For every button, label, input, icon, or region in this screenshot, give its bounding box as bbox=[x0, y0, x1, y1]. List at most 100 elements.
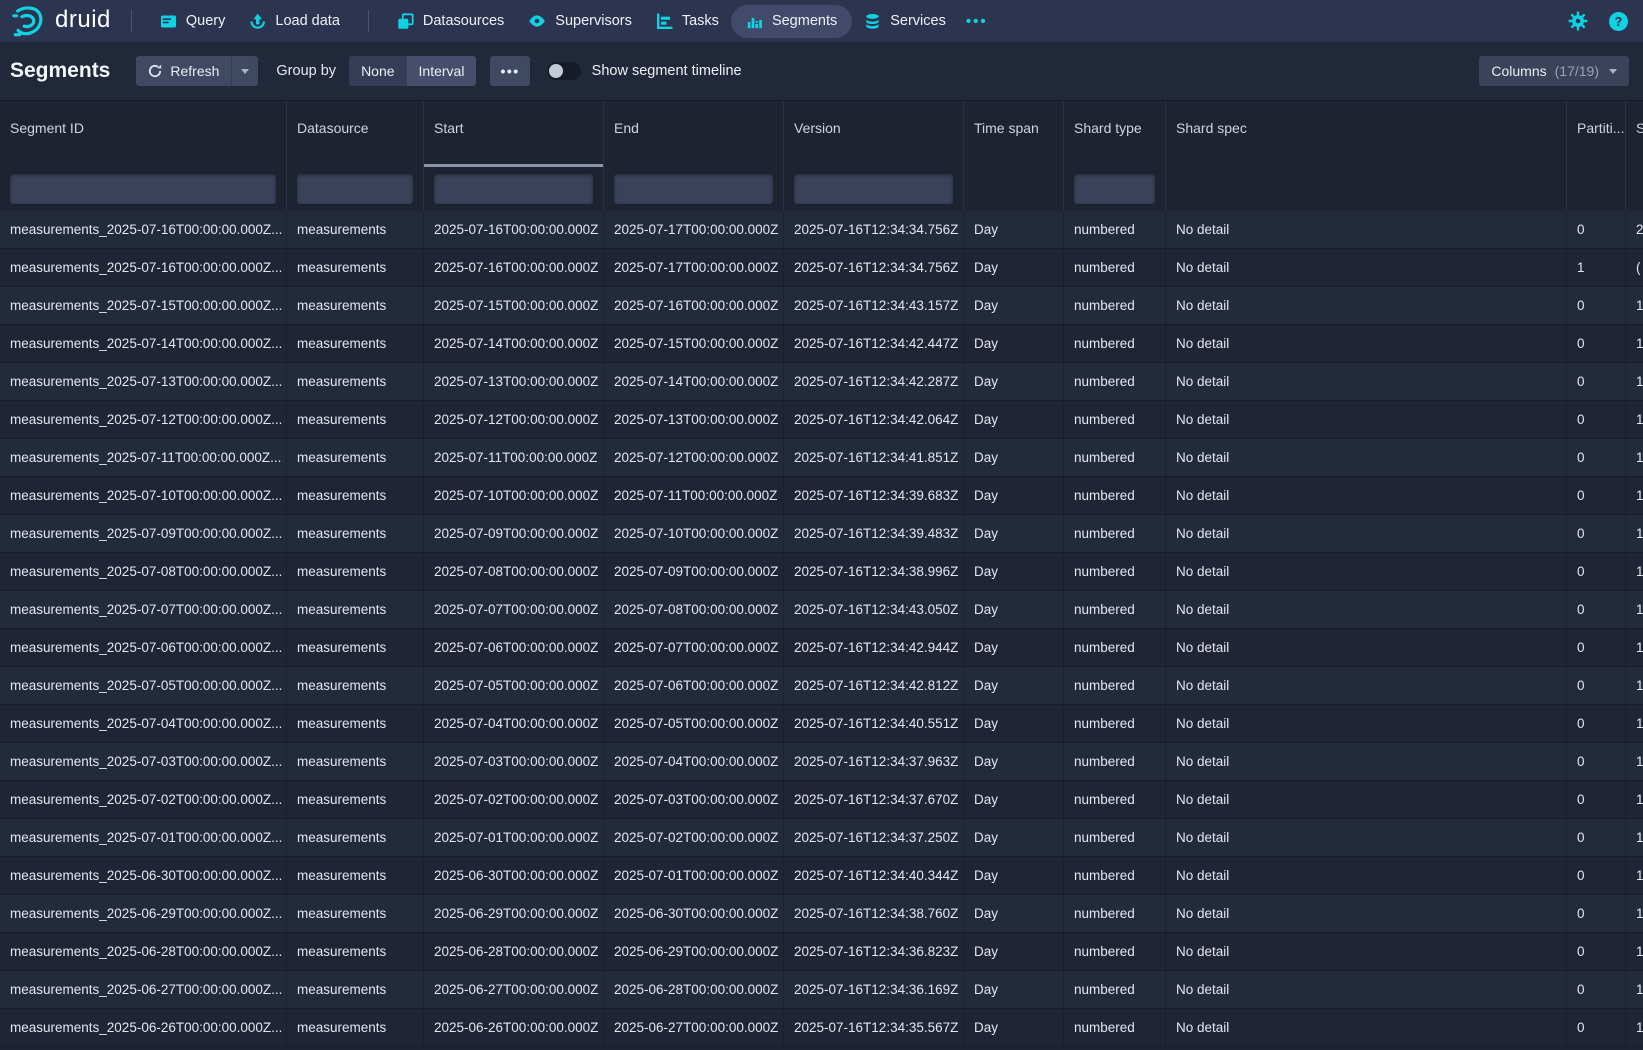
cell-shard_spec[interactable]: No detail bbox=[1166, 933, 1567, 971]
columns-picker-button[interactable]: Columns (17/19) bbox=[1479, 56, 1629, 86]
cell-partitions[interactable]: 0 bbox=[1567, 401, 1626, 439]
cell-shard_spec[interactable]: No detail bbox=[1166, 287, 1567, 325]
cell-partitions[interactable]: 0 bbox=[1567, 629, 1626, 667]
cell-shard_type[interactable]: numbered bbox=[1064, 629, 1166, 667]
cell-segment_id[interactable]: measurements_2025-07-16T00:00:00.000Z... bbox=[0, 249, 287, 287]
cell-segment_id[interactable]: measurements_2025-07-08T00:00:00.000Z... bbox=[0, 553, 287, 591]
cell-size[interactable]: 1 bbox=[1626, 363, 1643, 401]
cell-shard_spec[interactable]: No detail bbox=[1166, 857, 1567, 895]
cell-size[interactable]: 1 bbox=[1626, 553, 1643, 591]
cell-end[interactable]: 2025-07-06T00:00:00.000Z bbox=[604, 667, 784, 705]
cell-version[interactable]: 2025-07-16T12:34:40.551Z bbox=[784, 705, 964, 743]
cell-version[interactable]: 2025-07-16T12:34:40.344Z bbox=[784, 857, 964, 895]
cell-time_span[interactable]: Day bbox=[964, 591, 1064, 629]
nav-item-tasks[interactable]: Tasks bbox=[644, 0, 731, 42]
filter-input-end[interactable] bbox=[614, 174, 773, 204]
cell-shard_spec[interactable]: No detail bbox=[1166, 515, 1567, 553]
nav-item-services[interactable]: Services bbox=[852, 0, 958, 42]
cell-size[interactable]: 1 bbox=[1626, 439, 1643, 477]
cell-segment_id[interactable]: measurements_2025-07-09T00:00:00.000Z... bbox=[0, 515, 287, 553]
cell-partitions[interactable]: 0 bbox=[1567, 857, 1626, 895]
cell-datasource[interactable]: measurements bbox=[287, 515, 424, 553]
cell-shard_type[interactable]: numbered bbox=[1064, 705, 1166, 743]
cell-size[interactable]: 1 bbox=[1626, 591, 1643, 629]
cell-version[interactable]: 2025-07-16T12:34:34.756Z bbox=[784, 249, 964, 287]
cell-end[interactable]: 2025-06-29T00:00:00.000Z bbox=[604, 933, 784, 971]
cell-datasource[interactable]: measurements bbox=[287, 895, 424, 933]
cell-datasource[interactable]: measurements bbox=[287, 1009, 424, 1047]
cell-time_span[interactable]: Day bbox=[964, 743, 1064, 781]
column-header-size[interactable]: S bbox=[1626, 101, 1643, 167]
filter-input-segment_id[interactable] bbox=[10, 174, 276, 204]
cell-partitions[interactable]: 0 bbox=[1567, 211, 1626, 249]
cell-shard_spec[interactable]: No detail bbox=[1166, 363, 1567, 401]
cell-end[interactable]: 2025-07-01T00:00:00.000Z bbox=[604, 857, 784, 895]
cell-version[interactable]: 2025-07-16T12:34:37.250Z bbox=[784, 819, 964, 857]
cell-version[interactable]: 2025-07-16T12:34:41.851Z bbox=[784, 439, 964, 477]
cell-datasource[interactable]: measurements bbox=[287, 819, 424, 857]
column-header-time_span[interactable]: Time span bbox=[964, 101, 1064, 167]
cell-datasource[interactable]: measurements bbox=[287, 667, 424, 705]
cell-start[interactable]: 2025-06-28T00:00:00.000Z bbox=[424, 933, 604, 971]
column-header-end[interactable]: End bbox=[604, 101, 784, 167]
cell-time_span[interactable]: Day bbox=[964, 933, 1064, 971]
cell-end[interactable]: 2025-06-28T00:00:00.000Z bbox=[604, 971, 784, 1009]
cell-version[interactable]: 2025-07-16T12:34:39.683Z bbox=[784, 477, 964, 515]
cell-shard_spec[interactable]: No detail bbox=[1166, 439, 1567, 477]
cell-datasource[interactable]: measurements bbox=[287, 249, 424, 287]
cell-version[interactable]: 2025-07-16T12:34:36.169Z bbox=[784, 971, 964, 1009]
cell-version[interactable]: 2025-07-16T12:34:35.567Z bbox=[784, 1009, 964, 1047]
cell-end[interactable]: 2025-06-27T00:00:00.000Z bbox=[604, 1009, 784, 1047]
cell-version[interactable]: 2025-07-16T12:34:38.760Z bbox=[784, 895, 964, 933]
cell-datasource[interactable]: measurements bbox=[287, 287, 424, 325]
nav-item-supervisors[interactable]: Supervisors bbox=[516, 0, 644, 42]
cell-start[interactable]: 2025-06-29T00:00:00.000Z bbox=[424, 895, 604, 933]
cell-size[interactable]: 1 bbox=[1626, 401, 1643, 439]
cell-size[interactable]: 1 bbox=[1626, 971, 1643, 1009]
cell-shard_type[interactable]: numbered bbox=[1064, 743, 1166, 781]
cell-time_span[interactable]: Day bbox=[964, 553, 1064, 591]
cell-time_span[interactable]: Day bbox=[964, 363, 1064, 401]
cell-end[interactable]: 2025-07-17T00:00:00.000Z bbox=[604, 249, 784, 287]
cell-end[interactable]: 2025-07-04T00:00:00.000Z bbox=[604, 743, 784, 781]
cell-start[interactable]: 2025-07-09T00:00:00.000Z bbox=[424, 515, 604, 553]
cell-shard_spec[interactable]: No detail bbox=[1166, 1009, 1567, 1047]
cell-time_span[interactable]: Day bbox=[964, 705, 1064, 743]
nav-item-datasources[interactable]: Datasources bbox=[385, 0, 516, 42]
cell-segment_id[interactable]: measurements_2025-07-11T00:00:00.000Z... bbox=[0, 439, 287, 477]
cell-time_span[interactable]: Day bbox=[964, 667, 1064, 705]
cell-shard_type[interactable]: numbered bbox=[1064, 819, 1166, 857]
cell-shard_type[interactable]: numbered bbox=[1064, 211, 1166, 249]
cell-end[interactable]: 2025-07-10T00:00:00.000Z bbox=[604, 515, 784, 553]
cell-shard_spec[interactable]: No detail bbox=[1166, 781, 1567, 819]
cell-version[interactable]: 2025-07-16T12:34:43.157Z bbox=[784, 287, 964, 325]
cell-shard_type[interactable]: numbered bbox=[1064, 591, 1166, 629]
cell-end[interactable]: 2025-07-03T00:00:00.000Z bbox=[604, 781, 784, 819]
cell-partitions[interactable]: 0 bbox=[1567, 477, 1626, 515]
cell-version[interactable]: 2025-07-16T12:34:39.483Z bbox=[784, 515, 964, 553]
cell-time_span[interactable]: Day bbox=[964, 781, 1064, 819]
cell-shard_type[interactable]: numbered bbox=[1064, 325, 1166, 363]
cell-start[interactable]: 2025-06-27T00:00:00.000Z bbox=[424, 971, 604, 1009]
column-header-segment_id[interactable]: Segment ID bbox=[0, 101, 287, 167]
cell-end[interactable]: 2025-07-02T00:00:00.000Z bbox=[604, 819, 784, 857]
cell-datasource[interactable]: measurements bbox=[287, 743, 424, 781]
cell-end[interactable]: 2025-06-30T00:00:00.000Z bbox=[604, 895, 784, 933]
cell-shard_spec[interactable]: No detail bbox=[1166, 895, 1567, 933]
cell-start[interactable]: 2025-07-12T00:00:00.000Z bbox=[424, 401, 604, 439]
cell-end[interactable]: 2025-07-12T00:00:00.000Z bbox=[604, 439, 784, 477]
druid-logo[interactable]: druid bbox=[10, 4, 115, 38]
cell-end[interactable]: 2025-07-16T00:00:00.000Z bbox=[604, 287, 784, 325]
cell-segment_id[interactable]: measurements_2025-07-12T00:00:00.000Z... bbox=[0, 401, 287, 439]
cell-shard_spec[interactable]: No detail bbox=[1166, 553, 1567, 591]
nav-item-query[interactable]: Query bbox=[148, 0, 238, 42]
cell-datasource[interactable]: measurements bbox=[287, 325, 424, 363]
cell-time_span[interactable]: Day bbox=[964, 287, 1064, 325]
cell-version[interactable]: 2025-07-16T12:34:37.963Z bbox=[784, 743, 964, 781]
cell-shard_type[interactable]: numbered bbox=[1064, 781, 1166, 819]
cell-segment_id[interactable]: measurements_2025-07-15T00:00:00.000Z... bbox=[0, 287, 287, 325]
cell-end[interactable]: 2025-07-05T00:00:00.000Z bbox=[604, 705, 784, 743]
cell-datasource[interactable]: measurements bbox=[287, 363, 424, 401]
cell-start[interactable]: 2025-07-06T00:00:00.000Z bbox=[424, 629, 604, 667]
cell-end[interactable]: 2025-07-13T00:00:00.000Z bbox=[604, 401, 784, 439]
